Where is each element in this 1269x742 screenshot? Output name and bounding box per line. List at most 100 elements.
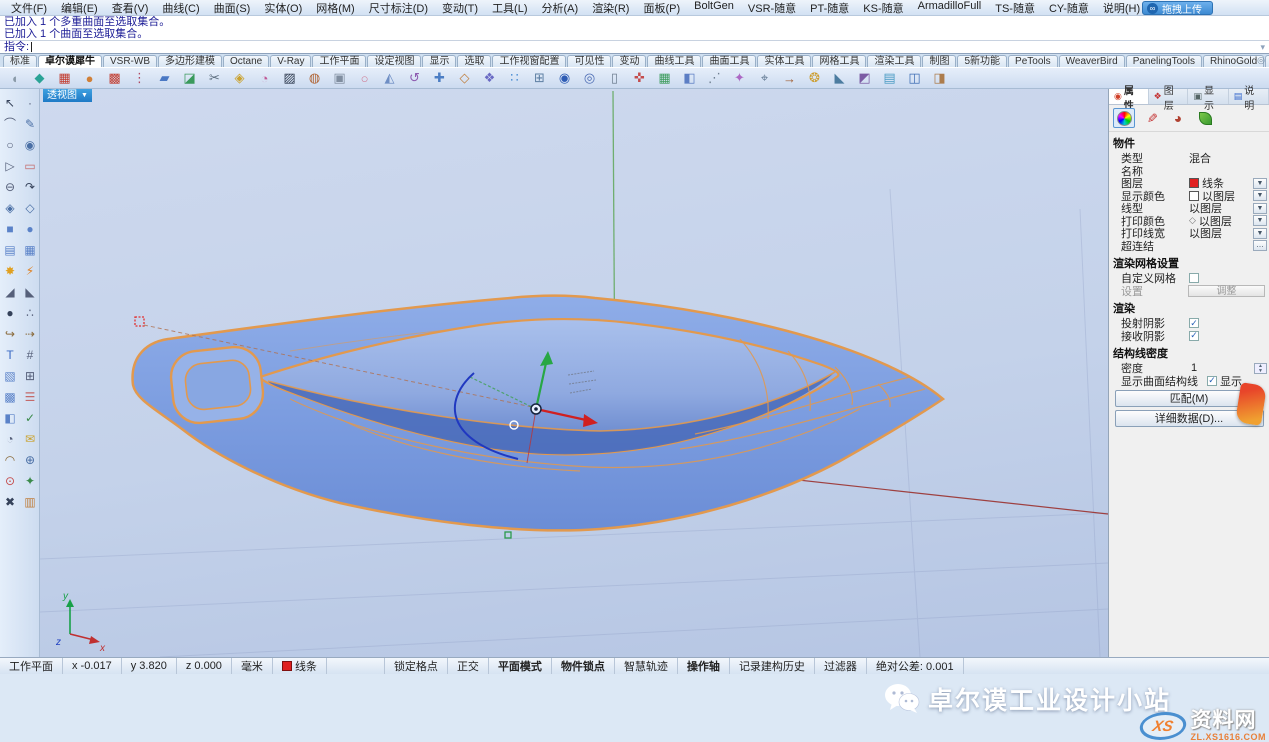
toolbar-tab[interactable]: EvolutePro — [1265, 55, 1269, 67]
viewport-canvas[interactable]: y x z — [40, 89, 1108, 657]
toolbar-tab[interactable]: 标准 — [3, 55, 37, 67]
sidebar-tool-icon[interactable]: ∴ — [20, 302, 40, 323]
tab-options-gear-icon[interactable]: ◎ — [1257, 55, 1265, 66]
sidebar-tool-icon[interactable]: ▧ — [0, 365, 20, 386]
toolbar-tab[interactable]: 网格工具 — [812, 55, 866, 67]
toolbar-tab[interactable]: 工作视窗配置 — [492, 55, 566, 67]
toolbar-icon[interactable]: ▯ — [606, 70, 623, 87]
menu-item[interactable]: CY-随意 — [1042, 0, 1096, 16]
sidebar-tool-icon[interactable]: ▤ — [0, 239, 20, 260]
menu-item[interactable]: 分析(A) — [535, 0, 586, 16]
toolbar-icon[interactable]: ▦ — [656, 70, 673, 87]
toolbar-icon[interactable]: ✜ — [631, 70, 648, 87]
toolbar-tab[interactable]: 曲面工具 — [702, 55, 756, 67]
toolbar-icon[interactable]: ◣ — [831, 70, 848, 87]
menu-item[interactable]: 面板(P) — [636, 0, 687, 16]
statusbar-cplane[interactable]: 工作平面 — [0, 658, 63, 674]
sidebar-tool-icon[interactable]: ☰ — [20, 386, 40, 407]
toolbar-icon[interactable]: ◔ — [256, 70, 273, 87]
toolbar-icon[interactable]: ◍ — [306, 70, 323, 87]
sidebar-tool-icon[interactable]: ⇢ — [20, 323, 40, 344]
decal-leaf-icon[interactable] — [1194, 108, 1216, 128]
menu-item[interactable]: PT-随意 — [803, 0, 856, 16]
toolbar-icon[interactable]: ◎ — [581, 70, 598, 87]
sidebar-tool-icon[interactable]: ⚡ — [20, 260, 40, 281]
toolbar-tab[interactable]: 卓尔谟犀牛 — [38, 55, 102, 67]
toolbar-icon[interactable]: ● — [81, 70, 98, 87]
menu-item[interactable]: 说明(H) — [1096, 0, 1147, 16]
linetype-dropdown[interactable]: ▼ — [1253, 203, 1267, 214]
toolbar-icon[interactable]: ▨ — [281, 70, 298, 87]
toolbar-tab[interactable]: PeTools — [1008, 55, 1058, 67]
toolbar-icon[interactable]: ◩ — [856, 70, 873, 87]
viewport[interactable]: 透视图 ▼ — [40, 89, 1108, 657]
toolbar-icon[interactable]: ❂ — [806, 70, 823, 87]
menu-item[interactable]: 工具(L) — [485, 0, 534, 16]
prop-row-hyperlink[interactable]: 超连结 … — [1109, 240, 1269, 253]
toolbar-tab[interactable]: Octane — [223, 55, 269, 67]
toolbar-icon[interactable]: ◈ — [231, 70, 248, 87]
sidebar-tool-icon[interactable]: # — [20, 344, 40, 365]
menu-item[interactable]: 网格(M) — [309, 0, 362, 16]
sidebar-tool-icon[interactable]: ● — [0, 302, 20, 323]
menu-item[interactable]: 渲染(R) — [585, 0, 636, 16]
toolbar-icon[interactable]: ◨ — [931, 70, 948, 87]
toolbar-icon[interactable]: ↺ — [406, 70, 423, 87]
statusbar-toggle[interactable]: 操作轴 — [678, 658, 730, 674]
sidebar-tool-icon[interactable]: ◈ — [0, 197, 20, 218]
toolbar-tab[interactable]: 曲线工具 — [647, 55, 701, 67]
menu-item[interactable]: KS-随意 — [856, 0, 910, 16]
toolbar-tab[interactable]: PanelingTools — [1126, 55, 1202, 67]
toolbar-tab[interactable]: 工作平面 — [312, 55, 366, 67]
sidebar-tool-icon[interactable]: ◇ — [20, 197, 40, 218]
menu-item[interactable]: 查看(V) — [105, 0, 156, 16]
toolbar-tab[interactable]: 变动 — [612, 55, 646, 67]
toolbar-icon[interactable]: ◪ — [181, 70, 198, 87]
sidebar-tool-icon[interactable]: ↷ — [20, 176, 40, 197]
sidebar-tool-icon[interactable]: ◔ — [0, 428, 20, 449]
toolbar-tab[interactable]: 多边形建模 — [158, 55, 222, 67]
menu-item[interactable]: 变动(T) — [435, 0, 485, 16]
toolbar-tab[interactable]: WeaverBird — [1059, 55, 1125, 67]
panel-tab[interactable]: ▤ 说明 — [1229, 89, 1269, 104]
toolbar-icon[interactable]: ◖ — [6, 70, 23, 87]
sidebar-tool-icon[interactable]: ◣ — [20, 281, 40, 302]
show-isocurves-checkbox[interactable]: ✓ — [1207, 376, 1217, 386]
sidebar-tool-icon[interactable]: ✸ — [0, 260, 20, 281]
sidebar-tool-icon[interactable]: ▭ — [20, 155, 40, 176]
statusbar-toggle[interactable]: 记录建构历史 — [730, 658, 815, 674]
toolbar-tab[interactable]: 选取 — [457, 55, 491, 67]
sidebar-tool-icon[interactable]: ⌒ — [0, 113, 20, 134]
statusbar-units[interactable]: 毫米 — [232, 658, 273, 674]
toolbar-tab[interactable]: 可见性 — [567, 55, 611, 67]
toolbar-icon[interactable]: ✦ — [731, 70, 748, 87]
toolbar-icon[interactable]: ▰ — [156, 70, 173, 87]
panel-tab[interactable]: ▣ 显示 — [1188, 89, 1228, 104]
toolbar-icon[interactable]: ▤ — [881, 70, 898, 87]
command-options-icon[interactable]: ▾ — [1260, 41, 1265, 54]
statusbar-toggle[interactable]: 锁定格点 — [385, 658, 448, 674]
sidebar-tool-icon[interactable]: T — [0, 344, 20, 365]
print-width-dropdown[interactable]: ▼ — [1253, 228, 1267, 239]
sidebar-tool-icon[interactable]: ✉ — [20, 428, 40, 449]
hyperlink-browse-button[interactable]: … — [1253, 240, 1267, 251]
toolbar-tab[interactable]: V-Ray — [270, 55, 311, 67]
viewport-tab[interactable]: 透视图 ▼ — [43, 89, 92, 102]
toolbar-icon[interactable]: ○ — [356, 70, 373, 87]
cast-shadows-checkbox[interactable]: ✓ — [1189, 318, 1199, 328]
upload-button[interactable]: ∞ 拖拽上传 — [1142, 1, 1213, 15]
sidebar-tool-icon[interactable]: · — [20, 92, 40, 113]
menu-item[interactable]: BoltGen — [687, 0, 741, 16]
control-point[interactable] — [505, 532, 511, 538]
sidebar-tool-icon[interactable]: ◢ — [0, 281, 20, 302]
menu-item[interactable]: 曲线(C) — [155, 0, 206, 16]
menu-item[interactable]: 尺寸标注(D) — [362, 0, 435, 16]
toolbar-icon[interactable]: ◭ — [381, 70, 398, 87]
toolbar-tab[interactable]: 渲染工具 — [867, 55, 921, 67]
toolbar-icon[interactable]: ✚ — [431, 70, 448, 87]
toolbar-icon[interactable]: ❖ — [481, 70, 498, 87]
object-properties-icon[interactable] — [1113, 108, 1135, 128]
statusbar-toggle[interactable]: 智慧轨迹 — [615, 658, 678, 674]
toolbar-icon[interactable]: ▩ — [106, 70, 123, 87]
statusbar-toggle[interactable]: 物件锁点 — [552, 658, 615, 674]
